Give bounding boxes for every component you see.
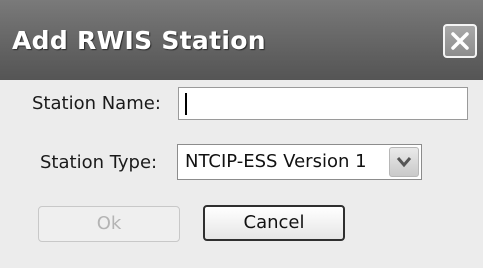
- dropdown-button[interactable]: [389, 147, 419, 177]
- ok-button[interactable]: Ok: [38, 206, 180, 242]
- station-type-select[interactable]: NTCIP-ESS Version 1: [177, 144, 422, 180]
- station-type-label: Station Type:: [40, 152, 158, 173]
- dialog-body: Station Name: Station Type: NTCIP-ESS Ve…: [0, 80, 483, 268]
- close-x-icon: [451, 32, 469, 50]
- text-caret: [185, 93, 187, 115]
- station-name-input[interactable]: [178, 87, 468, 120]
- cancel-button[interactable]: Cancel: [203, 205, 345, 241]
- chevron-down-icon: [396, 157, 412, 168]
- station-type-value: NTCIP-ESS Version 1: [185, 151, 367, 172]
- station-name-label: Station Name:: [32, 93, 161, 114]
- dialog-title: Add RWIS Station: [12, 26, 266, 55]
- dialog-titlebar: Add RWIS Station: [0, 0, 483, 82]
- close-button[interactable]: [443, 24, 477, 58]
